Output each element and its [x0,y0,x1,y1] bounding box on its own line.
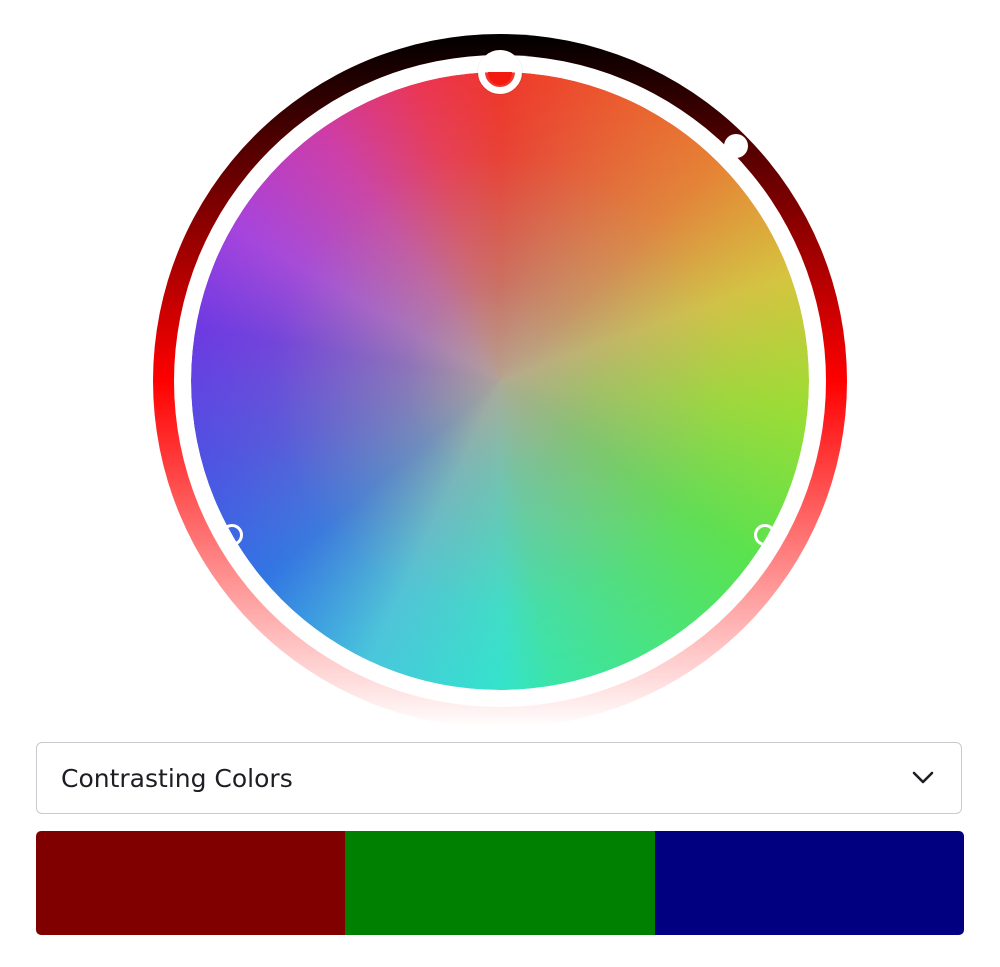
color-scheme-selected: Contrasting Colors [61,763,293,793]
color-wheel[interactable] [153,34,847,728]
swatch-3[interactable] [654,831,964,935]
chevron-down-icon [909,764,937,792]
secondary-color-handle-left[interactable] [221,524,243,546]
color-scheme-dropdown[interactable]: Contrasting Colors [36,742,962,814]
swatch-1[interactable] [36,831,346,935]
shade-handle[interactable] [724,134,748,158]
secondary-color-handle-right[interactable] [754,524,776,546]
color-wheel-app: Contrasting Colors [0,0,1000,967]
swatch-2[interactable] [345,831,655,935]
hue-disc[interactable] [191,72,809,690]
primary-color-handle[interactable] [478,50,522,94]
color-palette [36,831,964,935]
